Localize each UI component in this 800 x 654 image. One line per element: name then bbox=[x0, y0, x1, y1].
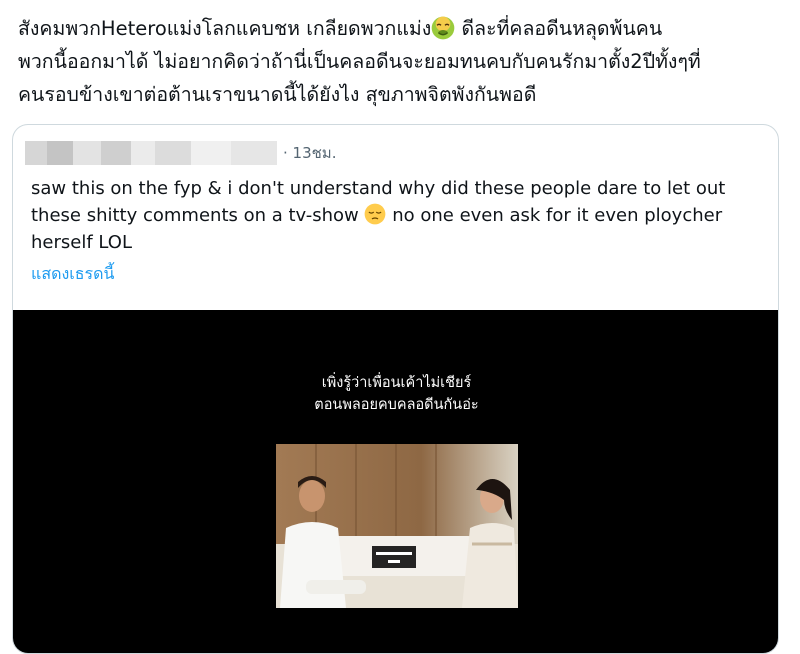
pensive-face-icon bbox=[365, 203, 386, 225]
video-player[interactable]: เพิ่งรู้ว่าเพื่อนเค้าไม่เชียร์ ตอนพลอยคบ… bbox=[13, 310, 778, 653]
post-text-line-1-end: ดีละที่คลอดีนหลุดพ้นคน bbox=[455, 17, 663, 40]
video-caption: เพิ่งรู้ว่าเพื่อนเค้าไม่เชียร์ ตอนพลอยคบ… bbox=[13, 372, 778, 416]
blurred-author-info bbox=[25, 141, 277, 165]
post-timestamp[interactable]: · 13ชม. bbox=[283, 141, 336, 165]
post-text-line-1-start: สังคมพวกHeteroแม่งโลกแคบชห เกลียดพวกแม่ง bbox=[18, 17, 432, 40]
video-thumbnail[interactable] bbox=[276, 444, 518, 608]
post-text-line-3: คนรอบข้างเขาต่อต้านเราขนาดนี้ได้ยังไง สุ… bbox=[18, 83, 537, 106]
video-scene-image bbox=[276, 444, 518, 608]
video-caption-line-2: ตอนพลอยคบคลอดีนกันอ่ะ bbox=[314, 397, 479, 413]
quoted-post-text: saw this on the fyp & i don't understand… bbox=[31, 175, 771, 256]
post-text-line-1: สังคมพวกHeteroแม่งโลกแคบชห เกลียดพวกแม่ง… bbox=[18, 12, 788, 45]
nauseated-face-icon bbox=[431, 16, 455, 40]
show-thread-link[interactable]: แสดงเธรดนี้ bbox=[31, 262, 114, 287]
quoted-post-header: · 13ชม. bbox=[25, 139, 336, 167]
post-text-line-2: พวกนี้ออกมาได้ ไม่อยากคิดว่าถ้านี่เป็นคล… bbox=[18, 50, 701, 73]
video-caption-line-1: เพิ่งรู้ว่าเพื่อนเค้าไม่เชียร์ bbox=[321, 375, 472, 391]
quoted-post-card[interactable]: · 13ชม. saw this on the fyp & i don't un… bbox=[12, 124, 779, 654]
post-text: สังคมพวกHeteroแม่งโลกแคบชห เกลียดพวกแม่ง… bbox=[18, 12, 788, 111]
